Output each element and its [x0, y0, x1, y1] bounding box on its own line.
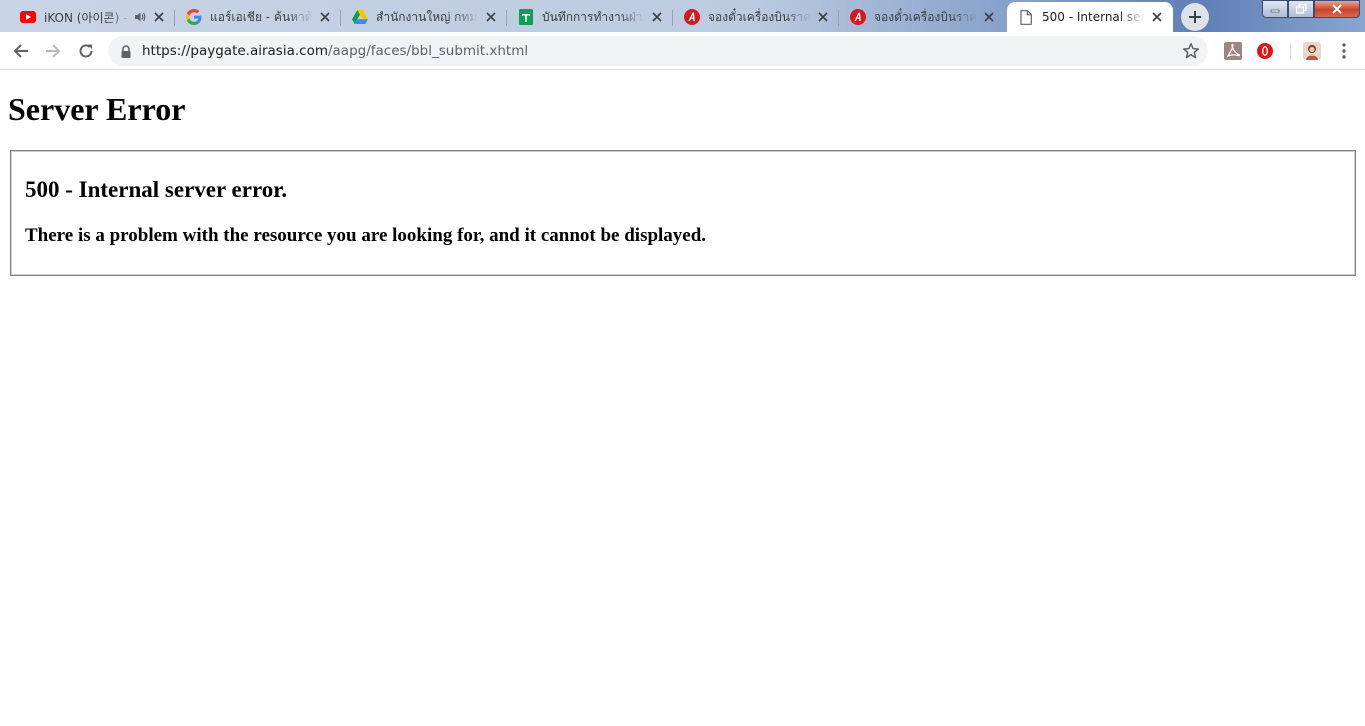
- toolbar-divider: [1290, 43, 1291, 59]
- back-button[interactable]: [8, 38, 34, 64]
- url-text[interactable]: https://paygate.airasia.com/aapg/faces/b…: [142, 36, 528, 66]
- opera-icon: [1256, 42, 1274, 60]
- speaker-icon[interactable]: [133, 10, 147, 24]
- arrow-right-icon: [45, 43, 61, 59]
- url-host: https://paygate.airasia.com: [142, 43, 328, 59]
- adobe-pdf-extension-button[interactable]: [1223, 41, 1243, 61]
- google-sheets-icon: [518, 9, 534, 25]
- tab-title: iKON (아이콘) -: [44, 10, 128, 25]
- error-title: 500 - Internal server error.: [25, 177, 288, 202]
- airasia-icon: [684, 9, 700, 25]
- minimize-window-button[interactable]: [1262, 0, 1288, 18]
- address-bar[interactable]: https://paygate.airasia.com/aapg/faces/b…: [108, 36, 1208, 66]
- page-content: Server Error 500 - Internal server error…: [0, 71, 1365, 726]
- tab-title: 500 - Internal serve: [1042, 10, 1145, 24]
- tab-title: สำนักงานใหญ่ กทม. -: [376, 9, 479, 24]
- reload-icon: [78, 43, 94, 59]
- tab-title: บันทึกการทำงานฝ่าย S: [542, 9, 645, 24]
- restore-icon: [1295, 4, 1307, 14]
- lock-icon[interactable]: [120, 44, 134, 58]
- close-tab-icon[interactable]: [317, 9, 333, 25]
- chrome-menu-button[interactable]: [1334, 41, 1354, 61]
- arrow-left-icon: [13, 43, 29, 59]
- tab-500-internal-server-error[interactable]: 500 - Internal serve: [1007, 2, 1173, 32]
- close-tab-icon[interactable]: [815, 9, 831, 25]
- adobe-acrobat-icon: [1224, 42, 1242, 60]
- tab-airasia-booking[interactable]: จองตั๋วเครื่องบินราคาถู: [673, 2, 839, 32]
- bookmark-star-icon[interactable]: [1182, 42, 1200, 60]
- close-window-button[interactable]: [1314, 0, 1360, 18]
- plus-icon: [1188, 10, 1202, 24]
- close-tab-icon[interactable]: [483, 9, 499, 25]
- avatar: [1303, 42, 1321, 60]
- youtube-icon: [20, 9, 36, 25]
- tab-strip: iKON (아이콘) - แอร์เอเชีย - ค้นหาด้วย: [0, 0, 1365, 32]
- restore-window-button[interactable]: [1288, 0, 1314, 18]
- tab-title: จองตั๋วเครื่องบินราคาถู: [708, 9, 811, 24]
- profile-avatar-button[interactable]: [1302, 41, 1322, 61]
- opera-extension-button[interactable]: [1255, 41, 1275, 61]
- tab-google-search[interactable]: แอร์เอเชีย - ค้นหาด้วย: [175, 2, 341, 32]
- url-path: /aapg/faces/bbl_submit.xhtml: [327, 43, 529, 59]
- page-title: Server Error: [8, 91, 186, 127]
- close-icon: [1331, 4, 1343, 14]
- google-icon: [186, 9, 202, 25]
- browser-toolbar: https://paygate.airasia.com/aapg/faces/b…: [0, 32, 1365, 70]
- close-tab-icon[interactable]: [151, 9, 167, 25]
- close-tab-icon[interactable]: [981, 9, 997, 25]
- tab-google-drive[interactable]: สำนักงานใหญ่ กทม. -: [341, 2, 507, 32]
- airasia-icon: [850, 9, 866, 25]
- error-box: 500 - Internal server error. There is a …: [10, 150, 1356, 276]
- page-icon: [1018, 9, 1034, 25]
- close-tab-icon[interactable]: [649, 9, 665, 25]
- new-tab-button[interactable]: [1181, 3, 1209, 31]
- error-message: There is a problem with the resource you…: [25, 225, 707, 246]
- tab-title: จองตั๋วเครื่องบินราคาถู: [874, 9, 977, 24]
- forward-button[interactable]: [40, 38, 66, 64]
- tab-google-sheets[interactable]: บันทึกการทำงานฝ่าย S: [507, 2, 673, 32]
- minimize-icon: [1270, 5, 1280, 13]
- tab-title: แอร์เอเชีย - ค้นหาด้วย: [210, 9, 313, 24]
- reload-button[interactable]: [73, 38, 99, 64]
- google-drive-icon: [352, 9, 368, 25]
- close-tab-icon[interactable]: [1149, 9, 1165, 25]
- tab-youtube-ikon[interactable]: iKON (아이콘) -: [9, 2, 175, 32]
- more-vert-icon: [1342, 43, 1346, 59]
- tab-airasia-booking-2[interactable]: จองตั๋วเครื่องบินราคาถู: [839, 2, 1005, 32]
